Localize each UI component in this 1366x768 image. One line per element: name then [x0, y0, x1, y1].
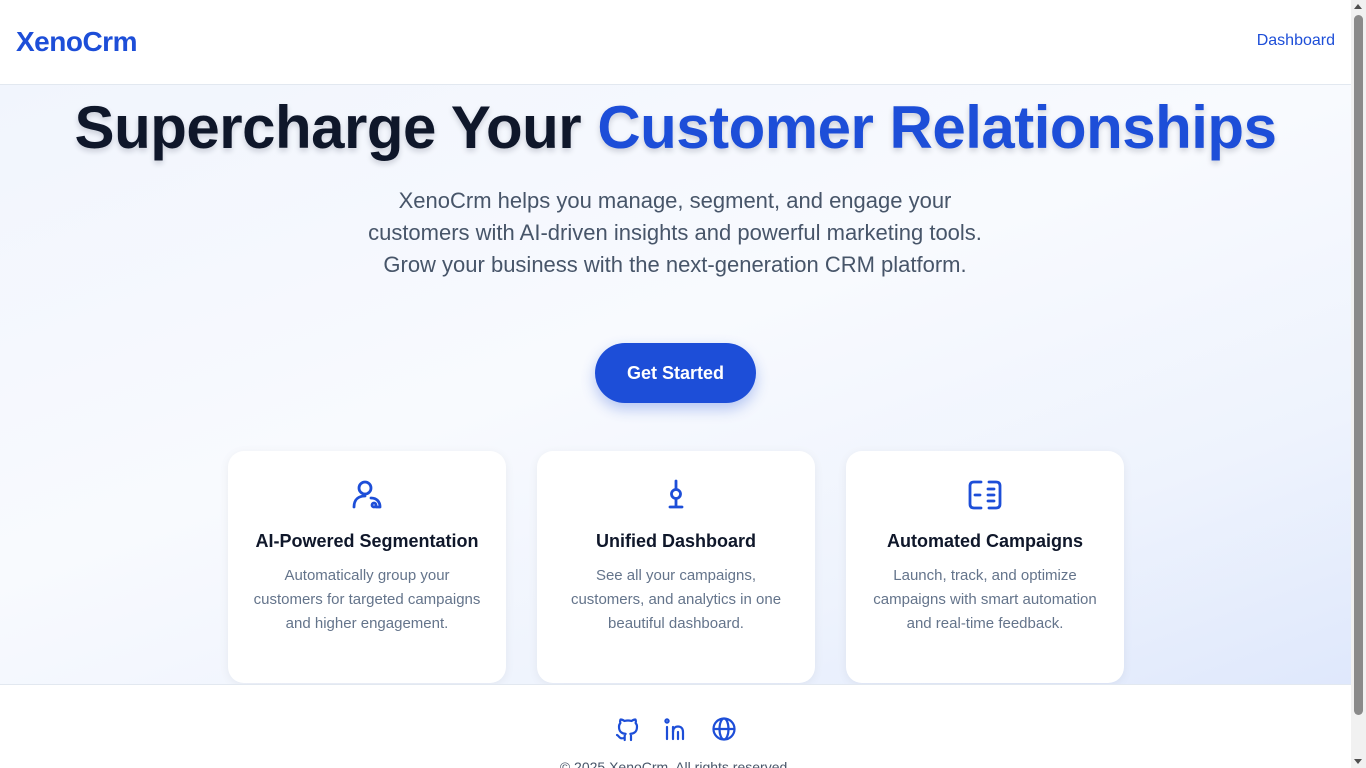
- nav-dashboard-link[interactable]: Dashboard: [1257, 32, 1335, 50]
- hero-subtitle: XenoCrm helps you manage, segment, and e…: [368, 188, 982, 277]
- feature-description: Automatically group your customers for t…: [253, 567, 481, 632]
- copyright-text: © 2025 XenoCrm. All rights reserved.: [559, 759, 792, 768]
- globe-icon[interactable]: [710, 715, 738, 743]
- hero-section: Supercharge Your Customer Relationships …: [0, 85, 1351, 684]
- user-segment-icon: [228, 477, 506, 513]
- headline-highlight: Customer Relationships: [597, 94, 1277, 161]
- feature-title: AI-Powered Segmentation: [255, 531, 479, 551]
- scroll-down-arrow-icon[interactable]: [1354, 759, 1362, 764]
- scrollbar-thumb[interactable]: [1354, 15, 1363, 715]
- feature-description: See all your campaigns, customers, and a…: [570, 567, 782, 632]
- brand-logo[interactable]: XenoCrm: [16, 26, 137, 58]
- feature-card-segmentation: AI-Powered Segmentation Automatically gr…: [228, 451, 506, 683]
- feature-description: Launch, track, and optimize campaigns wi…: [873, 567, 1097, 632]
- site-footer: © 2025 XenoCrm. All rights reserved.: [0, 684, 1351, 768]
- page: XenoCrm Dashboard Supercharge Your Custo…: [0, 0, 1351, 768]
- site-header: XenoCrm Dashboard: [0, 0, 1351, 85]
- campaign-icon: [846, 477, 1124, 513]
- dashboard-icon: [537, 477, 815, 513]
- feature-card-campaigns: Automated Campaigns Launch, track, and o…: [846, 451, 1124, 683]
- feature-card-dashboard: Unified Dashboard See all your campaigns…: [537, 451, 815, 683]
- feature-title: Automated Campaigns: [886, 531, 1084, 551]
- get-started-button[interactable]: Get Started: [595, 343, 756, 403]
- hero-headline: Supercharge Your Customer Relationships: [0, 93, 1351, 163]
- scroll-up-arrow-icon[interactable]: [1354, 4, 1362, 9]
- headline-text: Supercharge Your: [74, 94, 598, 161]
- github-icon[interactable]: [614, 715, 642, 743]
- linkedin-icon[interactable]: [662, 715, 690, 743]
- feature-title: Unified Dashboard: [595, 531, 756, 551]
- page-scrollbar[interactable]: [1351, 0, 1366, 768]
